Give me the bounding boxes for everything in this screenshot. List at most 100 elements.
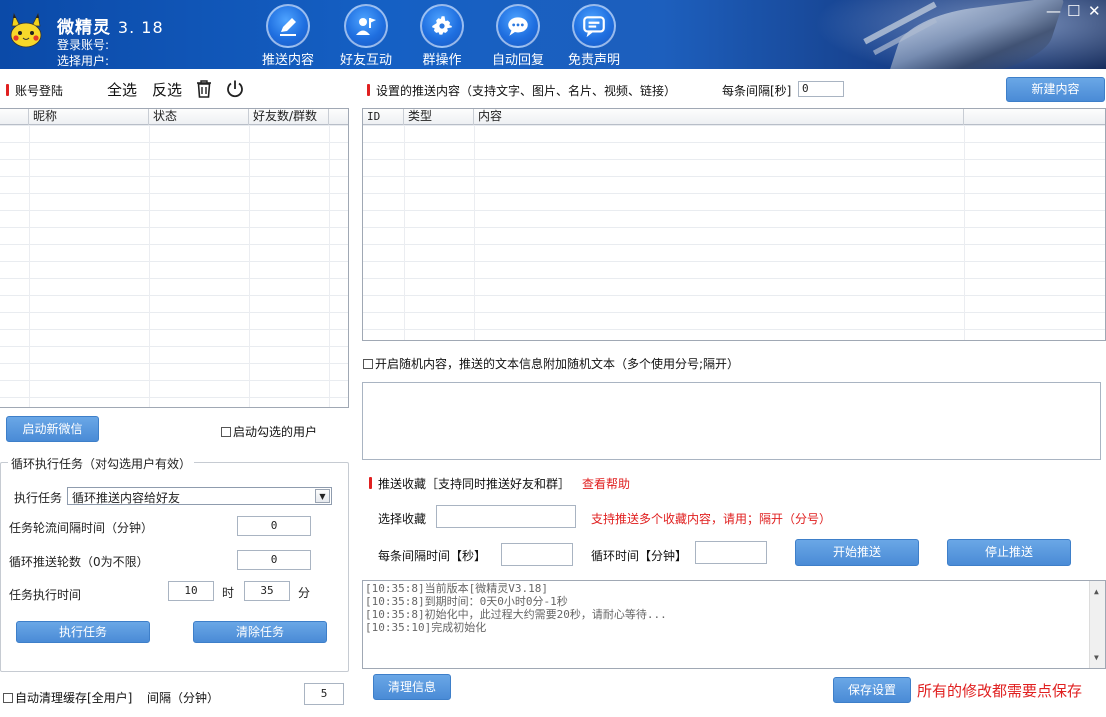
per-item-interval-label: 每条间隔[秒]	[722, 84, 792, 98]
maximize-button[interactable]: ☐	[1067, 2, 1080, 20]
nav-label: 免责声明	[567, 53, 620, 68]
nav-group-operation[interactable]: 群操作	[407, 4, 477, 68]
help-link[interactable]: 查看帮助	[582, 475, 630, 492]
pen-icon	[280, 18, 296, 36]
random-content-option[interactable]: 开启随机内容，推送的文本信息附加随机文本（多个使用分号;隔开）	[363, 355, 739, 372]
log-line: [10:35:10]完成初始化	[365, 621, 487, 634]
auto-clean-checkbox[interactable]	[3, 693, 13, 703]
nav-auto-reply[interactable]: 自动回复	[483, 4, 553, 68]
nav-friend-interaction[interactable]: 好友互动	[331, 4, 401, 68]
per-item-interval-input[interactable]: 0	[798, 81, 844, 97]
task-time-label: 任务执行时间	[9, 588, 82, 602]
power-icon[interactable]	[225, 79, 245, 99]
nav-label: 群操作	[422, 53, 462, 68]
column-header-type[interactable]: 类型	[404, 109, 474, 125]
nav-label: 推送内容	[261, 53, 314, 68]
hour-input[interactable]: 10	[168, 581, 214, 601]
pikachu-logo-icon	[10, 12, 42, 48]
account-section-title: 账号登陆	[6, 82, 63, 99]
chevron-down-icon[interactable]: ▼	[315, 489, 330, 503]
auto-clean-cache-option[interactable]: 自动清理缓存[全用户]	[3, 689, 132, 706]
invert-select-button[interactable]: 反选	[152, 79, 182, 100]
section-marker	[367, 84, 370, 96]
column-divider	[404, 125, 405, 340]
scroll-up-icon[interactable]: ▲	[1094, 585, 1099, 598]
nav-label: 好友互动	[339, 53, 392, 68]
column-header-content[interactable]: 内容	[474, 109, 964, 125]
minute-input[interactable]: 35	[244, 581, 290, 601]
column-header[interactable]	[0, 109, 29, 125]
log-line: [10:35:8]到期时间：0天0小时0分-1秒	[365, 595, 568, 608]
select-user-label: 选择用户:	[57, 54, 110, 68]
interval-input[interactable]: 0	[237, 516, 311, 536]
account-table[interactable]: 昵称 状态 好友数/群数	[0, 108, 349, 408]
column-divider	[964, 125, 965, 340]
column-divider	[249, 125, 250, 407]
column-header-status[interactable]: 状态	[149, 109, 249, 125]
push-content-table-header: ID 类型 内容	[363, 109, 1105, 125]
push-content-section-title: 设置的推送内容（支持文字、图片、名片、视频、链接）	[367, 82, 676, 99]
select-favorite-label: 选择收藏	[378, 512, 427, 526]
task-label: 执行任务	[14, 491, 63, 505]
column-divider	[29, 125, 30, 407]
favorites-section-title: 推送收藏［支持同时推送好友和群］	[369, 475, 570, 492]
app-title: 微精灵 3. 18	[57, 13, 164, 38]
start-checked-users-option[interactable]: 启动勾选的用户	[221, 423, 317, 440]
random-text-area[interactable]	[362, 382, 1101, 460]
section-marker	[369, 477, 372, 489]
app-name: 微精灵	[57, 18, 111, 38]
column-header-nickname[interactable]: 昵称	[29, 109, 149, 125]
minute-unit: 分	[298, 586, 311, 600]
column-divider	[474, 125, 475, 340]
login-account-label: 登录账号:	[57, 38, 110, 52]
rounds-label: 循环推送轮数（0为不限）	[9, 555, 149, 569]
close-button[interactable]: ✕	[1088, 2, 1101, 20]
column-divider	[329, 125, 330, 407]
clear-task-button[interactable]: 清除任务	[193, 621, 327, 643]
start-new-wechat-button[interactable]: 启动新微信	[6, 416, 99, 442]
account-table-header: 昵称 状态 好友数/群数	[0, 109, 348, 125]
log-panel[interactable]: [10:35:8]当前版本[微精灵V3.18] [10:35:8]到期时间：0天…	[362, 580, 1106, 669]
minimize-button[interactable]: —	[1046, 2, 1061, 20]
select-all-button[interactable]: 全选	[107, 79, 137, 100]
rounds-input[interactable]: 0	[237, 550, 311, 570]
push-content-table[interactable]: ID 类型 内容	[362, 108, 1106, 341]
execute-task-button[interactable]: 执行任务	[16, 621, 150, 643]
favorites-interval-label: 每条间隔时间【秒】	[378, 549, 487, 563]
message-lines-icon	[583, 16, 605, 38]
title-bar: 微精灵 3. 18 登录账号: 选择用户: 推送内容 好友互动 群操作 自动回复…	[0, 0, 1106, 69]
log-scrollbar[interactable]: ▲ ▼	[1089, 581, 1105, 668]
stop-push-button[interactable]: 停止推送	[947, 539, 1071, 566]
column-header-id[interactable]: ID	[363, 109, 404, 125]
nav-push-content[interactable]: 推送内容	[253, 4, 323, 68]
new-content-button[interactable]: 新建内容	[1006, 77, 1105, 102]
chat-bubble-icon	[508, 17, 528, 36]
scroll-down-icon[interactable]: ▼	[1094, 651, 1099, 664]
start-checked-checkbox[interactable]	[221, 427, 231, 437]
column-header-friends-groups[interactable]: 好友数/群数	[249, 109, 329, 125]
table-rows	[0, 125, 348, 407]
clear-info-button[interactable]: 清理信息	[373, 674, 451, 700]
gear-icon	[432, 16, 452, 35]
save-settings-button[interactable]: 保存设置	[833, 677, 911, 703]
cache-interval-input[interactable]: 5	[304, 683, 344, 705]
log-line: [10:35:8]当前版本[微精灵V3.18]	[365, 582, 548, 595]
select-favorite-input[interactable]	[436, 505, 576, 528]
app-version: 3. 18	[117, 18, 164, 37]
section-marker	[6, 84, 9, 96]
favorites-interval-input[interactable]	[501, 543, 573, 566]
task-select[interactable]: 循环推送内容给好友 ▼	[67, 487, 332, 505]
loop-task-group-title: 循环执行任务（对勾选用户有效）	[8, 455, 195, 472]
interval-label: 任务轮流间隔时间（分钟）	[9, 521, 154, 535]
log-line: [10:35:8]初始化中，此过程大约需要20秒，请耐心等待...	[365, 608, 667, 621]
start-push-button[interactable]: 开始推送	[795, 539, 919, 566]
random-content-checkbox[interactable]	[363, 359, 373, 369]
save-notice: 所有的修改都需要点保存	[917, 682, 1083, 700]
nav-disclaimer[interactable]: 免责声明	[559, 4, 629, 68]
trash-icon[interactable]	[195, 79, 213, 98]
cache-interval-label: 间隔（分钟）	[147, 691, 220, 705]
task-selected-value: 循环推送内容给好友	[72, 491, 181, 505]
favorites-hint: 支持推送多个收藏内容，请用；隔开（分号）	[591, 512, 832, 526]
user-flag-icon	[356, 18, 376, 35]
cycle-time-input[interactable]	[695, 541, 767, 564]
